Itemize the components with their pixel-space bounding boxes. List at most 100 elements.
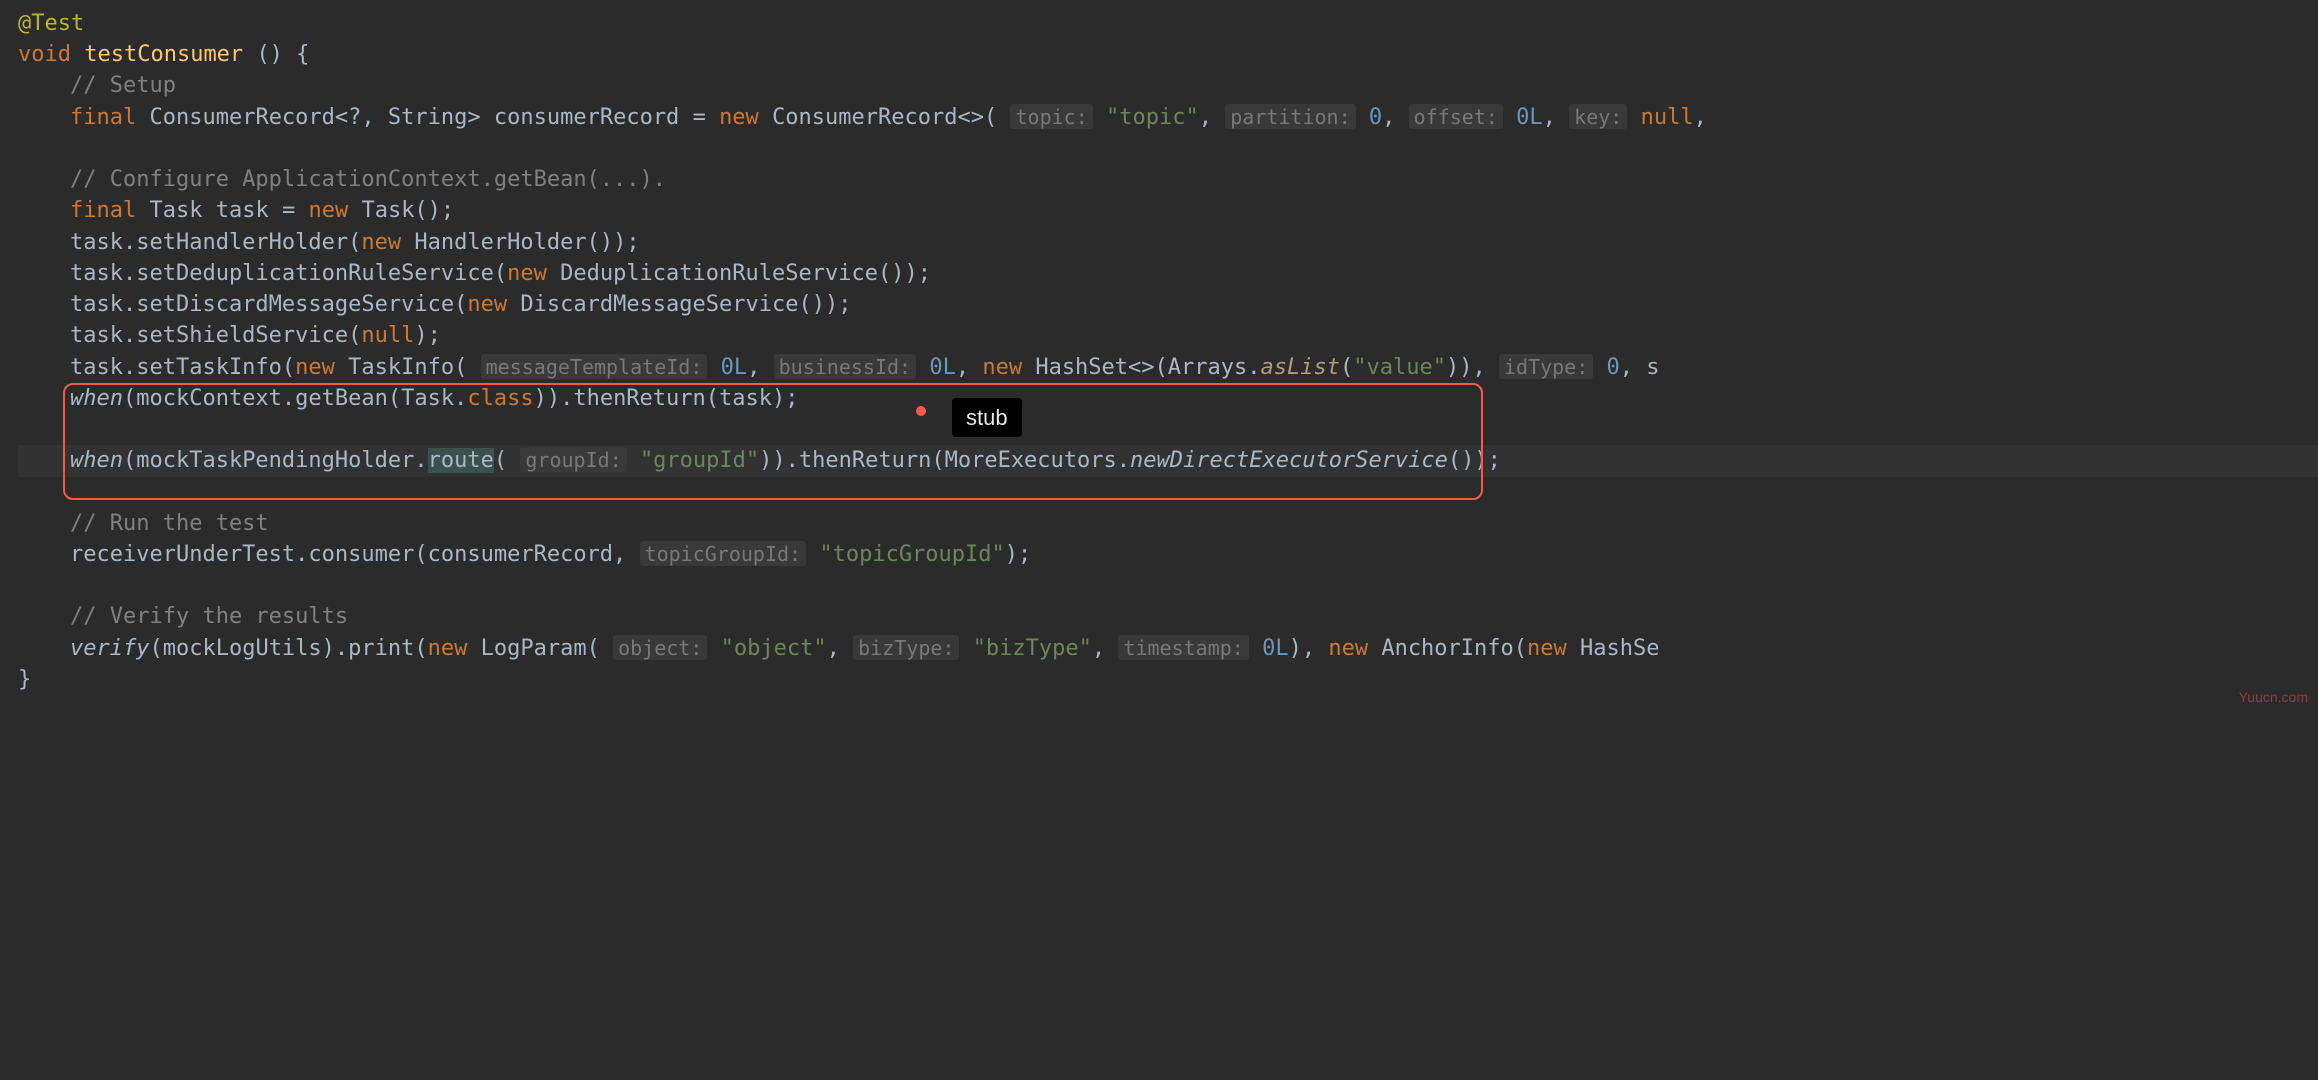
string: "groupId"	[640, 448, 759, 473]
keyword-new: new	[361, 230, 401, 255]
code: (mockTaskPendingHolder.	[123, 448, 428, 473]
string: "topicGroupId"	[819, 542, 1004, 567]
eq: =	[282, 198, 295, 223]
type: ConsumerRecord<?, String>	[149, 105, 480, 130]
number-offset: 0L	[1516, 105, 1543, 130]
code: task.setDiscardMessageService(	[70, 292, 467, 317]
code: )).thenReturn(MoreExecutors.	[759, 448, 1130, 473]
keyword-new: new	[467, 292, 507, 317]
comment-setup: // Setup	[70, 73, 176, 98]
watermark: Yuucn.com	[2239, 688, 2308, 708]
code-line[interactable]: task.setHandlerHolder(new HandlerHolder(…	[18, 227, 2318, 258]
code-line[interactable]: // Run the test	[18, 508, 2318, 539]
code-line[interactable]: task.setDiscardMessageService(new Discar…	[18, 289, 2318, 320]
code-line[interactable]: // Setup	[18, 70, 2318, 101]
code-line[interactable]: task.setDeduplicationRuleService(new Ded…	[18, 258, 2318, 289]
keyword-new: new	[1328, 636, 1368, 661]
code-line[interactable]: task.setTaskInfo(new TaskInfo( messageTe…	[18, 352, 2318, 383]
string: "value"	[1353, 355, 1446, 380]
keyword-new: new	[308, 198, 348, 223]
code-line-blank[interactable]	[18, 477, 2318, 508]
string: "bizType"	[973, 636, 1092, 661]
method-parens: () {	[256, 42, 309, 67]
ctor: DeduplicationRuleService());	[547, 261, 931, 286]
code: task.setTaskInfo(	[70, 355, 295, 380]
keyword-class: class	[467, 386, 533, 411]
closing-brace: }	[18, 667, 31, 692]
ai: AnchorInfo(	[1368, 636, 1527, 661]
param-hint-bid: businessId:	[774, 354, 916, 379]
code-line-blank[interactable]	[18, 414, 2318, 445]
code-line[interactable]: receiverUnderTest.consumer(consumerRecor…	[18, 539, 2318, 570]
code: task.setHandlerHolder(	[70, 230, 361, 255]
code-line[interactable]: // Verify the results	[18, 601, 2318, 632]
number: 0L	[721, 355, 748, 380]
param-hint-groupid: groupId:	[520, 447, 626, 472]
ctor: TaskInfo(	[335, 355, 467, 380]
number-partition: 0	[1369, 105, 1382, 130]
code-line-active[interactable]: when(mockTaskPendingHolder.route( groupI…	[18, 445, 2318, 476]
stub-annotation-label: stub	[952, 398, 1022, 437]
ctor: Task();	[361, 198, 454, 223]
code: task.setDeduplicationRuleService(	[70, 261, 507, 286]
code: receiverUnderTest.consumer(consumerRecor…	[70, 542, 626, 567]
null: null	[361, 323, 414, 348]
param-hint-partition: partition:	[1225, 104, 1355, 129]
code-line[interactable]: task.setShieldService(null);	[18, 320, 2318, 351]
when: when	[70, 386, 123, 411]
when: when	[70, 448, 123, 473]
param-hint-obj: object:	[613, 635, 707, 660]
code-line-closing-brace[interactable]: }	[18, 664, 2318, 695]
keyword-void: void	[18, 42, 71, 67]
number: 0L	[1262, 636, 1289, 661]
param-hint-idtype: idType:	[1499, 354, 1593, 379]
code-line[interactable]: final Task task = new Task();	[18, 195, 2318, 226]
code-line-annotation[interactable]: @Test	[18, 8, 2318, 39]
code: task.setShieldService(	[70, 323, 361, 348]
aslist: asList	[1261, 355, 1340, 380]
keyword-new: new	[719, 105, 759, 130]
code-line-method[interactable]: void testConsumer () {	[18, 39, 2318, 70]
static-method: newDirectExecutorService	[1130, 448, 1448, 473]
param-hint-mtid: messageTemplateId:	[481, 354, 708, 379]
keyword-final: final	[70, 198, 136, 223]
code-line[interactable]: when(mockContext.getBean(Task.class)).th…	[18, 383, 2318, 414]
end: );	[414, 323, 441, 348]
code: (mockLogUtils).print(	[149, 636, 427, 661]
comment-getbean: // Configure ApplicationContext.getBean(…	[70, 167, 666, 192]
string-topic: "topic"	[1106, 105, 1199, 130]
code-line[interactable]: final ConsumerRecord<?, String> consumer…	[18, 102, 2318, 133]
code-line-blank[interactable]	[18, 133, 2318, 164]
param-hint-key: key:	[1569, 104, 1627, 129]
var: task	[216, 198, 269, 223]
keyword-new: new	[507, 261, 547, 286]
code-line[interactable]: verify(mockLogUtils).print(new LogParam(…	[18, 633, 2318, 664]
comment-run: // Run the test	[70, 511, 269, 536]
keyword-new: new	[428, 636, 468, 661]
code-line[interactable]: // Configure ApplicationContext.getBean(…	[18, 164, 2318, 195]
method-name: testConsumer	[84, 42, 243, 67]
ctor: ConsumerRecord<>(	[772, 105, 997, 130]
param-hint-topic: topic:	[1010, 104, 1092, 129]
number: 0L	[929, 355, 956, 380]
var: consumerRecord	[494, 105, 679, 130]
keyword-new: new	[982, 355, 1022, 380]
code: (mockContext.getBean(Task.	[123, 386, 467, 411]
hash: HashSe	[1567, 636, 1660, 661]
stub-annotation-dot	[916, 406, 926, 416]
route-highlighted: route	[428, 448, 494, 473]
code: )).thenReturn(task);	[534, 386, 799, 411]
string: "object"	[721, 636, 827, 661]
code-line-blank[interactable]	[18, 570, 2318, 601]
param-hint-biz: bizType:	[853, 635, 959, 660]
param-hint-tgid: topicGroupId:	[640, 541, 807, 566]
comment-verify: // Verify the results	[70, 604, 348, 629]
null-key: null	[1641, 105, 1694, 130]
keyword-final: final	[70, 105, 136, 130]
keyword-new: new	[295, 355, 335, 380]
param-hint-ts: timestamp:	[1118, 635, 1248, 660]
lp: LogParam(	[467, 636, 599, 661]
ctor: DiscardMessageService());	[507, 292, 851, 317]
number: 0	[1607, 355, 1620, 380]
verify: verify	[70, 636, 149, 661]
